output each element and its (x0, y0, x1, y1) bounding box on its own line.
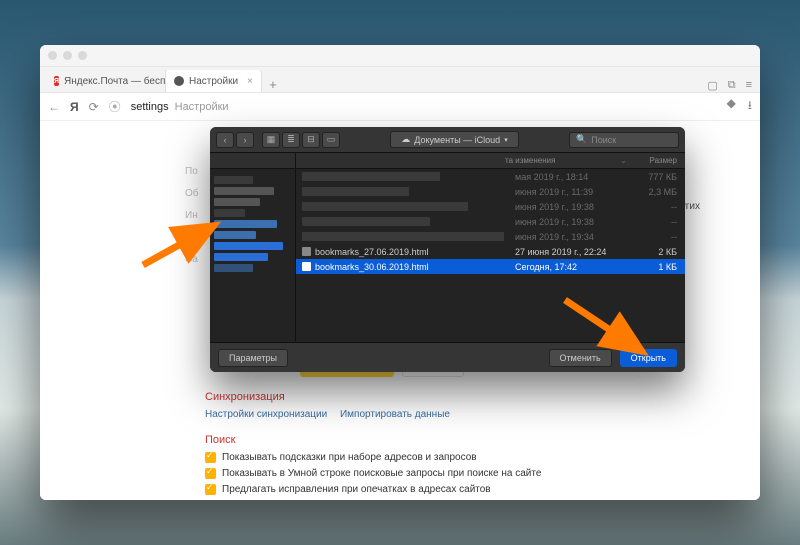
back-icon[interactable]: ← (48, 100, 60, 114)
nav-forward-icon[interactable]: › (236, 132, 254, 148)
file-row[interactable]: bookmarks_27.06.2019.html 27 июня 2019 г.… (296, 244, 685, 259)
file-icon (302, 262, 311, 271)
file-size: 777 КБ (630, 172, 685, 182)
file-icon (302, 247, 311, 256)
tab-label: Настройки (189, 76, 238, 87)
checkbox[interactable] (205, 484, 216, 495)
check-label: Показывать в Умной строке поисковые запр… (222, 468, 541, 479)
cloud-icon: ☁ (401, 134, 410, 145)
file-name: bookmarks_30.06.2019.html (315, 262, 429, 272)
tab-settings[interactable]: Настройки × (166, 70, 262, 92)
menu-icon[interactable]: ≡ (746, 79, 752, 92)
file-date: 27 июня 2019 г., 22:24 (515, 247, 630, 257)
dialog-search[interactable]: 🔍 Поиск (569, 132, 679, 148)
reload-icon[interactable]: ⟳ (89, 100, 99, 114)
sync-settings-link[interactable]: Настройки синхронизации (205, 409, 327, 420)
file-date: июня 2019 г., 19:38 (515, 217, 630, 227)
file-row[interactable]: июня 2019 г., 19:34-- (296, 229, 685, 244)
window-controls-icon[interactable]: ⧉ (728, 79, 736, 92)
gear-favicon (174, 76, 184, 86)
nav-back-icon[interactable]: ‹ (216, 132, 234, 148)
address-bar: ← Я ⟳ ⦿ settings Настройки ◆ ⭳ (40, 93, 760, 121)
tab-yandex-mail[interactable]: Я Яндекс.Почта — беспла (46, 70, 166, 92)
column-date[interactable]: та изменения (505, 156, 620, 165)
annotation-arrow (143, 215, 233, 280)
dialog-path[interactable]: ☁ Документы — iCloud ▾ (390, 131, 518, 148)
file-date: мая 2019 г., 18:14 (515, 172, 630, 182)
tab-label: Яндекс.Почта — беспла (64, 76, 166, 87)
traffic-lights[interactable] (48, 51, 87, 60)
check-label: Показывать подсказки при наборе адресов … (222, 452, 477, 463)
check-label: Предлагать исправления при опечатках в а… (222, 484, 491, 495)
sync-section-title: Синхронизация (205, 391, 595, 403)
yandex-favicon: Я (54, 76, 59, 86)
file-name: bookmarks_27.06.2019.html (315, 247, 429, 257)
browser-window: Я Яндекс.Почта — беспла Настройки × + ▢ … (40, 45, 760, 500)
file-row[interactable]: июня 2019 г., 19:38-- (296, 199, 685, 214)
search-section-title: Поиск (205, 434, 595, 446)
import-data-link[interactable]: Импортировать данные (340, 409, 450, 420)
file-row[interactable]: июня 2019 г., 19:38-- (296, 214, 685, 229)
url-display[interactable]: settings Настройки (131, 101, 229, 113)
options-button[interactable]: Параметры (218, 349, 288, 367)
checkbox[interactable] (205, 452, 216, 463)
file-date: июня 2019 г., 19:38 (515, 202, 630, 212)
new-tab-button[interactable]: + (262, 77, 284, 92)
chevron-down-icon: ▾ (504, 136, 508, 144)
window-titlebar (40, 45, 760, 67)
file-size: -- (630, 217, 685, 227)
file-date: июня 2019 г., 11:39 (515, 187, 630, 197)
file-size: -- (630, 202, 685, 212)
file-date: июня 2019 г., 19:34 (515, 232, 630, 242)
dialog-toolbar: ‹ › ▦ ≣ ⊟ ▭ ☁ Документы — iCloud ▾ 🔍 Пои… (210, 127, 685, 153)
downloads-icon[interactable]: ⭳ (748, 96, 752, 117)
file-row[interactable]: мая 2019 г., 18:14777 КБ (296, 169, 685, 184)
search-icon: 🔍 (576, 134, 587, 145)
file-date: Сегодня, 17:42 (515, 262, 630, 272)
extension-icon[interactable]: ◆ (727, 96, 736, 117)
file-row[interactable]: июня 2019 г., 11:392,3 МБ (296, 184, 685, 199)
annotation-arrow (565, 300, 660, 375)
sidebar-toggle-icon[interactable]: ▢ (707, 79, 717, 92)
file-size: 1 КБ (630, 262, 685, 272)
file-size: -- (630, 232, 685, 242)
checkbox[interactable] (205, 468, 216, 479)
file-size: 2 КБ (630, 247, 685, 257)
view-list-icon[interactable]: ≣ (282, 132, 300, 148)
view-icons-icon[interactable]: ▦ (262, 132, 280, 148)
view-columns-icon[interactable]: ⊟ (302, 132, 320, 148)
tab-strip: Я Яндекс.Почта — беспла Настройки × + ▢ … (40, 67, 760, 93)
lock-icon: ⦿ (109, 98, 121, 115)
close-tab-icon[interactable]: × (247, 76, 253, 87)
file-size: 2,3 МБ (630, 187, 685, 197)
view-gallery-icon[interactable]: ▭ (322, 132, 340, 148)
yandex-icon[interactable]: Я (70, 100, 79, 114)
file-row[interactable]: bookmarks_30.06.2019.html Сегодня, 17:421… (296, 259, 685, 274)
column-size[interactable]: Размер (630, 156, 685, 165)
